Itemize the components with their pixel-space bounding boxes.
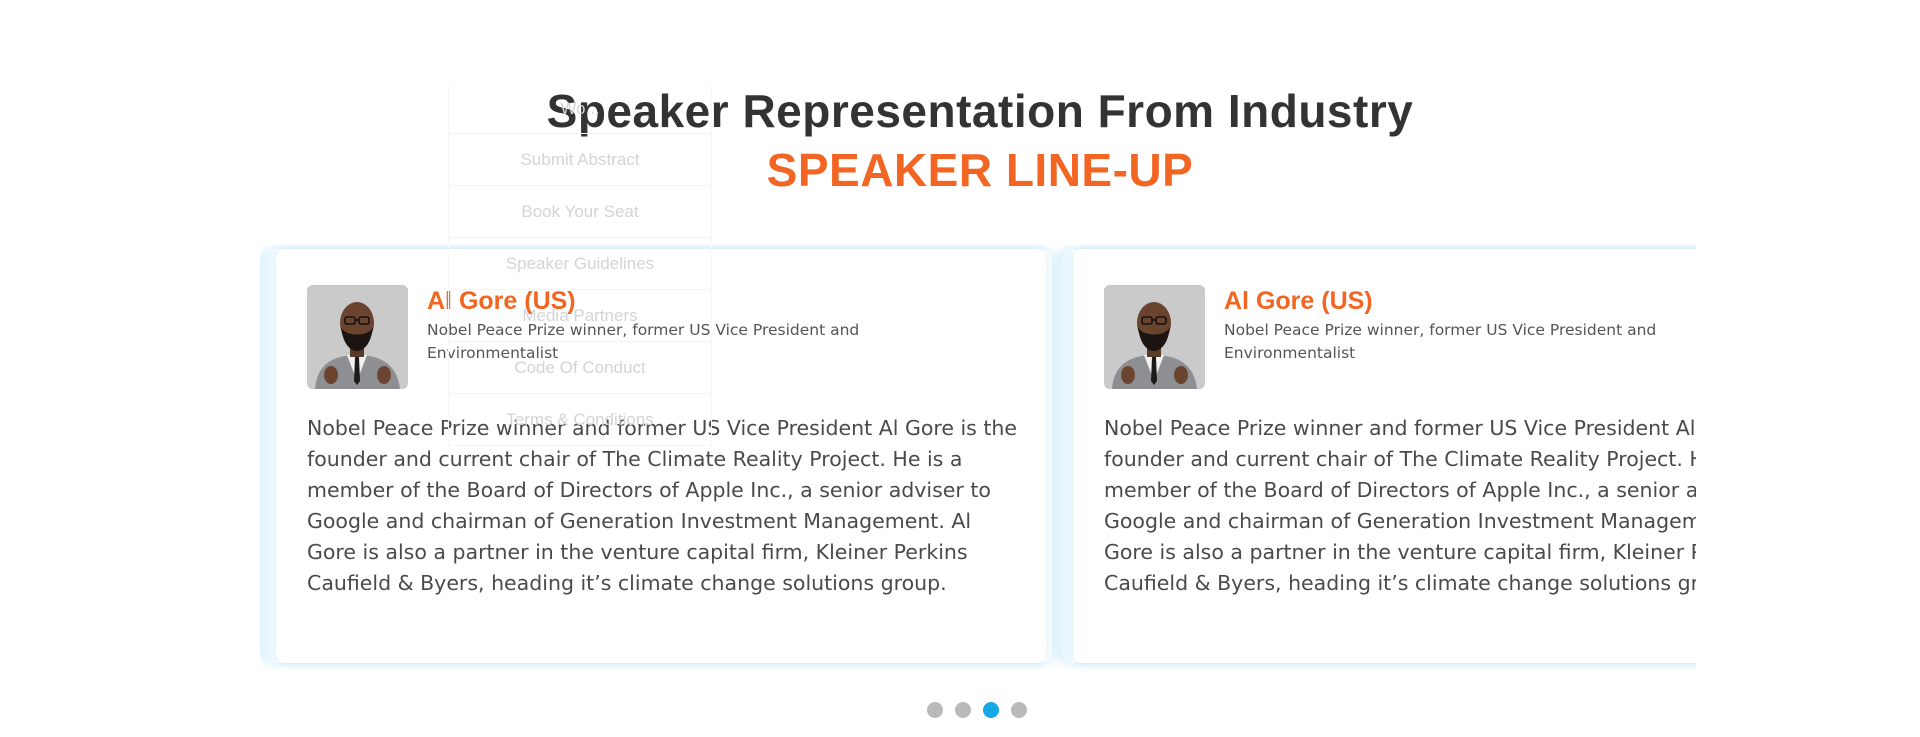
- carousel-pagination: [927, 702, 1027, 718]
- pagination-dot[interactable]: [927, 702, 943, 718]
- speaker-slide: Al Gore (US) Nobel Peace Prize winner, f…: [1057, 249, 1696, 663]
- pagination-dot-active[interactable]: [983, 702, 999, 718]
- menu-item-submit-abstract[interactable]: Submit Abstract: [449, 134, 711, 186]
- menu-item-speaker-guidelines[interactable]: Speaker Guidelines: [449, 238, 711, 290]
- menu-item[interactable]: Wo...: [449, 84, 711, 134]
- menu-item-media-partners[interactable]: Media Partners: [449, 290, 711, 342]
- speaker-name[interactable]: Al Gore (US): [1224, 287, 1373, 316]
- pagination-dot[interactable]: [955, 702, 971, 718]
- speaker-photo: [1104, 285, 1205, 389]
- menu-item-terms-conditions[interactable]: Terms & Conditions: [449, 394, 711, 446]
- menu-item-code-of-conduct[interactable]: Code Of Conduct: [449, 342, 711, 394]
- menu-item-book-your-seat[interactable]: Book Your Seat: [449, 186, 711, 238]
- speaker-bio: Nobel Peace Prize winner and former US V…: [1104, 416, 1696, 595]
- speaker-photo: [307, 285, 408, 389]
- speaker-role: Nobel Peace Prize winner, former US Vice…: [1224, 321, 1657, 362]
- speaker-card[interactable]: Al Gore (US) Nobel Peace Prize winner, f…: [1073, 249, 1696, 663]
- section-subtitle: SPEAKER LINE-UP: [766, 144, 1194, 196]
- nav-dropdown-menu: Wo... Submit Abstract Book Your Seat Spe…: [448, 84, 712, 446]
- section-title: Speaker Representation From Industry: [546, 85, 1414, 137]
- pagination-dot[interactable]: [1011, 702, 1027, 718]
